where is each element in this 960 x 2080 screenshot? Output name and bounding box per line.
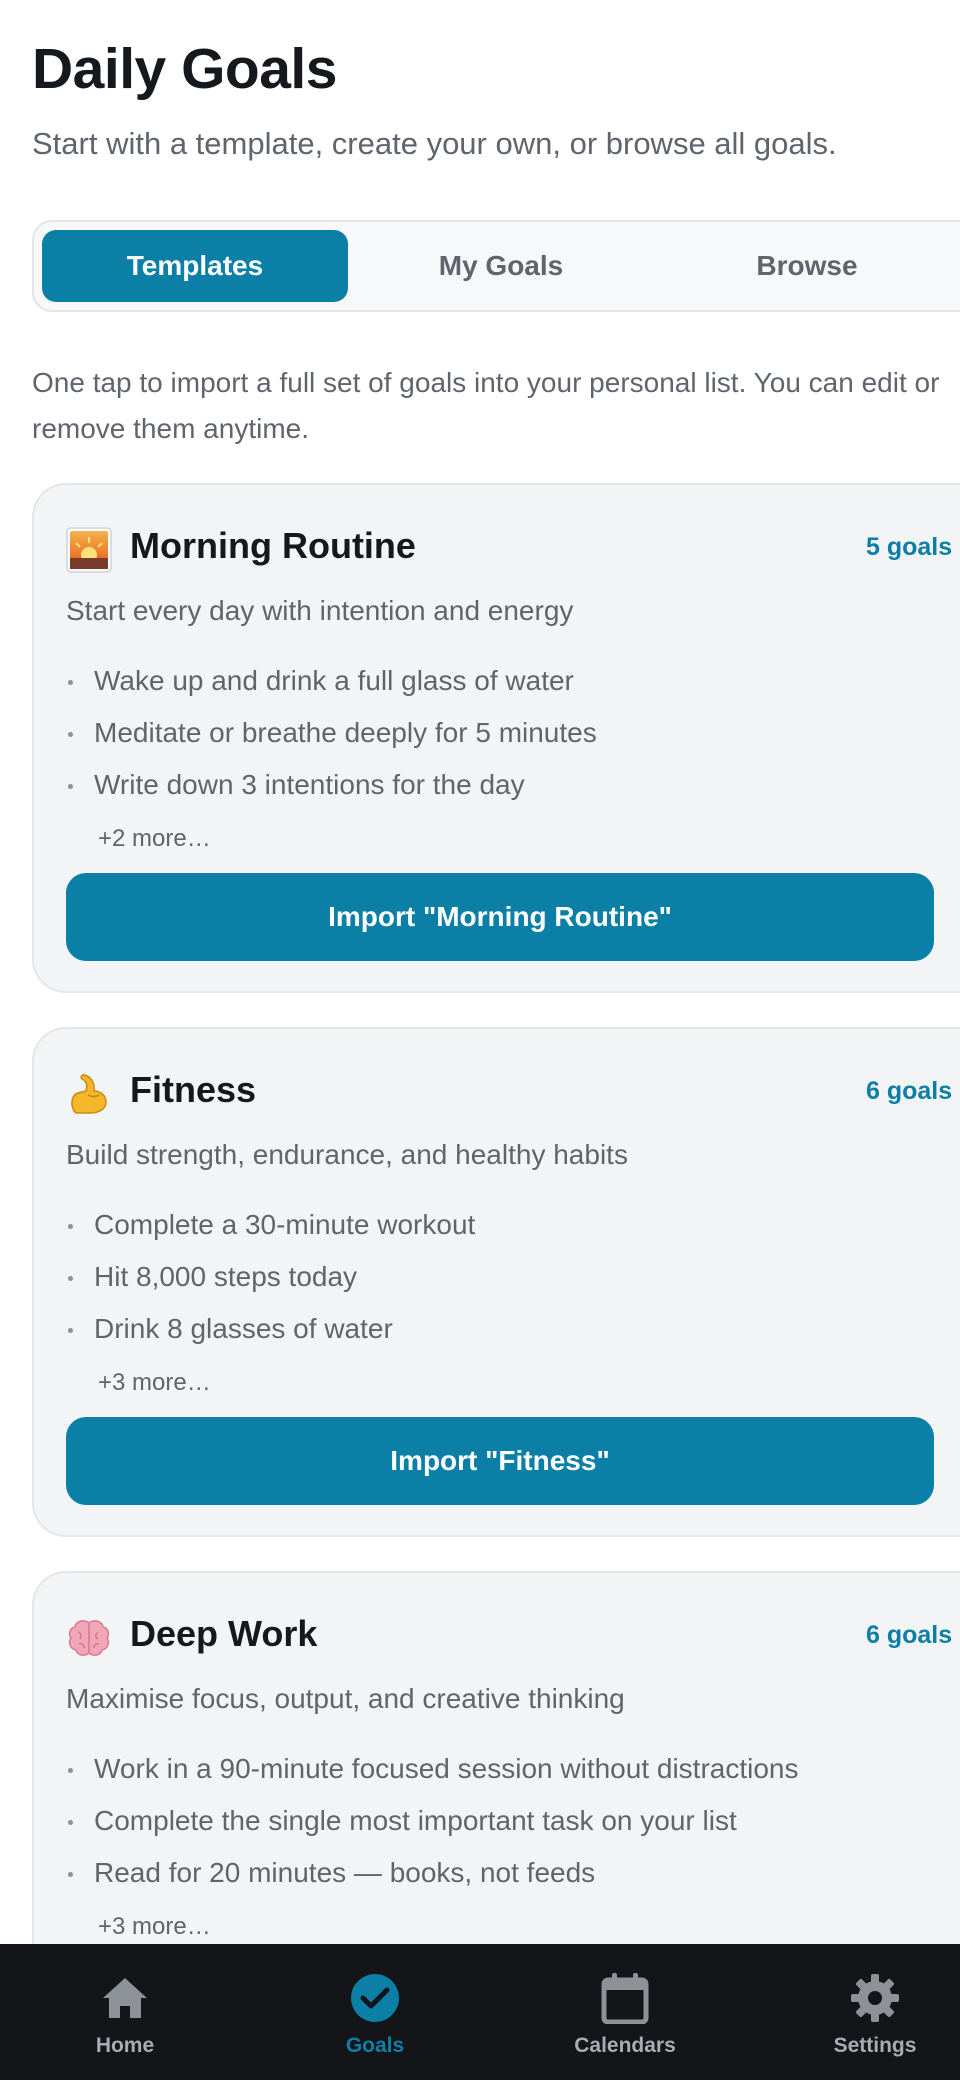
tab-templates[interactable]: Templates (42, 230, 348, 302)
import-morning-routine-button[interactable]: Import "Morning Routine" (66, 873, 934, 961)
check-circle-icon (349, 1972, 401, 2024)
more-goals-label: +3 more… (98, 1369, 211, 1396)
template-card-fitness: Fitness 6 goals Build strength, enduranc… (32, 1027, 960, 1537)
more-goals-label: +2 more… (98, 825, 211, 852)
card-title: Deep Work (130, 1613, 318, 1654)
nav-goals[interactable]: Goals (285, 1944, 465, 2080)
goal-item: Work in a 90-minute focused session with… (66, 1751, 946, 1803)
goal-count: 6 goals (866, 1077, 953, 1105)
goal-list: Work in a 90-minute focused session with… (66, 1751, 946, 1907)
goals-screen: Daily Goals Start with a template, creat… (0, 0, 960, 2080)
goal-item: Read for 20 minutes — books, not feeds (66, 1855, 946, 1907)
goal-item: Complete a 30-minute workout (66, 1207, 946, 1259)
goal-item: Hit 8,000 steps today (66, 1259, 946, 1311)
card-description: Start every day with intention and energ… (66, 595, 574, 626)
card-title: Morning Routine (130, 525, 416, 566)
goal-item: Drink 8 glasses of water (66, 1311, 946, 1363)
nav-label: Home (95, 2034, 155, 2057)
goal-item: Complete the single most important task … (66, 1803, 946, 1855)
gear-icon (849, 1972, 901, 2024)
import-fitness-button[interactable]: Import "Fitness" (66, 1417, 934, 1505)
nav-calendars[interactable]: Calendars (535, 1944, 715, 2080)
card-description: Build strength, endurance, and healthy h… (66, 1139, 628, 1170)
card-header: Deep Work 6 goals (66, 1611, 960, 1663)
page-subtitle: Start with a template, create your own, … (32, 126, 837, 161)
tab-my-goals[interactable]: My Goals (348, 230, 654, 302)
tab-browse[interactable]: Browse (654, 230, 960, 302)
nav-home[interactable]: Home (35, 1944, 215, 2080)
page-title: Daily Goals (32, 37, 337, 101)
nav-label: Settings (833, 2034, 917, 2057)
card-header: Fitness 6 goals (66, 1067, 960, 1119)
goal-item: Write down 3 intentions for the day (66, 767, 946, 819)
goal-list: Complete a 30-minute workout Hit 8,000 s… (66, 1207, 946, 1363)
home-icon (99, 1972, 151, 2024)
templates-intro: One tap to import a full set of goals in… (32, 367, 940, 444)
sunrise-icon (66, 527, 112, 573)
nav-settings[interactable]: Settings (785, 1944, 960, 2080)
flexed-biceps-icon (66, 1071, 112, 1117)
calendar-icon (599, 1972, 651, 2024)
goal-item: Meditate or breathe deeply for 5 minutes (66, 715, 946, 767)
goal-item: Wake up and drink a full glass of water (66, 663, 946, 715)
goal-count: 5 goals (866, 533, 953, 561)
template-card-morning-routine: Morning Routine 5 goals Start every day … (32, 483, 960, 993)
card-title: Fitness (130, 1069, 257, 1110)
nav-label: Goals (345, 2034, 405, 2057)
nav-label: Calendars (574, 2034, 676, 2057)
bottom-nav: Home Goals Calendars Settings (0, 1944, 960, 2080)
card-header: Morning Routine 5 goals (66, 523, 960, 575)
goal-list: Wake up and drink a full glass of water … (66, 663, 946, 819)
more-goals-label: +3 more… (98, 1913, 211, 1940)
brain-icon (66, 1615, 112, 1661)
card-description: Maximise focus, output, and creative thi… (66, 1683, 625, 1714)
goal-count: 6 goals (866, 1621, 953, 1649)
view-tabs: Templates My Goals Browse (32, 220, 960, 312)
